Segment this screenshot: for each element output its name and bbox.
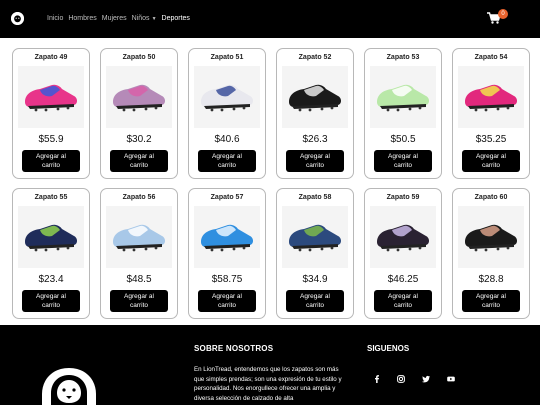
nav-link-ninos: Niños (131, 15, 150, 22)
add-to-cart-button[interactable]: Agregar al carrito (198, 290, 256, 312)
product-name: Zapato 54 (474, 54, 508, 61)
add-to-cart-button[interactable]: Agregar al carrito (110, 290, 168, 312)
nav-link-inicio[interactable]: Inicio (47, 13, 63, 25)
add-to-cart-button[interactable]: Agregar al carrito (286, 290, 344, 312)
add-to-cart-button[interactable]: Agregar al carrito (462, 150, 520, 172)
product-card: Zapato 58 $34.9 Agregar al carrito (276, 188, 354, 319)
product-card: Zapato 49 $55.9 Agregar al carrito (12, 48, 90, 179)
instagram-icon[interactable] (397, 370, 405, 383)
product-card: Zapato 51 $40.6 Agregar al carrito (188, 48, 266, 179)
product-price: $26.3 (302, 134, 328, 145)
product-name: Zapato 51 (210, 54, 244, 61)
youtube-icon[interactable] (447, 370, 455, 382)
product-card: Zapato 50 $30.2 Agregar al carrito (100, 48, 178, 179)
product-price: $48.5 (126, 274, 152, 285)
add-to-cart-button[interactable]: Agregar al carrito (286, 150, 344, 172)
product-card: Zapato 52 $26.3 Agregar al carrito (276, 48, 354, 179)
nav-link-deportes[interactable]: Deportes (162, 13, 190, 25)
footer: SOBRE NOSOTROS En LionTread, entendemos … (0, 325, 540, 405)
product-price: $34.9 (302, 274, 328, 285)
navbar: Inicio Hombres Mujeres Niños ▼ Deportes 0 (0, 0, 540, 38)
product-name: Zapato 52 (298, 54, 332, 61)
about-text: En LionTread, entendemos que los zapatos… (194, 366, 342, 402)
product-card: Zapato 57 $58.75 Agregar al carrito (188, 188, 266, 319)
add-to-cart-button[interactable]: Agregar al carrito (374, 150, 432, 172)
product-price: $55.9 (38, 134, 64, 145)
follow-title: SIGUENOS (367, 344, 410, 353)
lion-logo-icon[interactable] (11, 12, 24, 25)
product-price: $46.25 (387, 274, 419, 285)
product-image[interactable] (194, 66, 260, 128)
product-card: Zapato 54 $35.25 Agregar al carrito (452, 48, 530, 179)
product-card: Zapato 59 $46.25 Agregar al carrito (364, 188, 442, 319)
product-image[interactable] (458, 66, 524, 128)
add-to-cart-button[interactable]: Agregar al carrito (22, 290, 80, 312)
add-to-cart-button[interactable]: Agregar al carrito (22, 150, 80, 172)
cart-count-badge: 0 (498, 9, 508, 19)
add-to-cart-button[interactable]: Agregar al carrito (110, 150, 168, 172)
product-image[interactable] (106, 66, 172, 128)
product-image[interactable] (458, 206, 524, 268)
product-name: Zapato 49 (34, 54, 68, 61)
nav-link-mujeres[interactable]: Mujeres (102, 13, 127, 25)
nav-links: Inicio Hombres Mujeres Niños ▼ Deportes (47, 13, 195, 25)
product-name: Zapato 60 (474, 194, 508, 201)
product-card: Zapato 53 $50.5 Agregar al carrito (364, 48, 442, 179)
product-image[interactable] (282, 66, 348, 128)
product-name: Zapato 53 (386, 54, 420, 61)
product-image[interactable] (106, 206, 172, 268)
product-name: Zapato 55 (34, 194, 68, 201)
product-name: Zapato 59 (386, 194, 420, 201)
product-image[interactable] (282, 206, 348, 268)
product-price: $35.25 (475, 134, 507, 145)
product-card: Zapato 55 $23.4 Agregar al carrito (12, 188, 90, 319)
product-price: $30.2 (126, 134, 152, 145)
add-to-cart-button[interactable]: Agregar al carrito (198, 150, 256, 172)
product-name: Zapato 57 (210, 194, 244, 201)
product-image[interactable] (18, 206, 84, 268)
add-to-cart-button[interactable]: Agregar al carrito (462, 290, 520, 312)
product-name: Zapato 50 (122, 54, 156, 61)
lion-logo-large-icon (38, 366, 100, 405)
product-image[interactable] (18, 66, 84, 128)
product-price: $50.5 (390, 134, 416, 145)
product-price: $40.6 (214, 134, 240, 145)
product-price: $58.75 (211, 274, 243, 285)
caret-down-icon: ▼ (151, 16, 157, 22)
product-price: $28.8 (478, 274, 504, 285)
nav-link-hombres[interactable]: Hombres (68, 13, 96, 25)
facebook-icon[interactable] (373, 370, 381, 383)
product-card: Zapato 56 $48.5 Agregar al carrito (100, 188, 178, 319)
about-title: SOBRE NOSOTROS (194, 344, 274, 353)
product-image[interactable] (194, 206, 260, 268)
product-price: $23.4 (38, 274, 64, 285)
product-card: Zapato 60 $28.8 Agregar al carrito (452, 188, 530, 319)
product-image[interactable] (370, 66, 436, 128)
nav-dropdown-ninos[interactable]: Niños ▼ (132, 13, 157, 25)
product-image[interactable] (370, 206, 436, 268)
add-to-cart-button[interactable]: Agregar al carrito (374, 290, 432, 312)
product-name: Zapato 58 (298, 194, 332, 201)
twitter-icon[interactable] (422, 370, 430, 383)
product-name: Zapato 56 (122, 194, 156, 201)
